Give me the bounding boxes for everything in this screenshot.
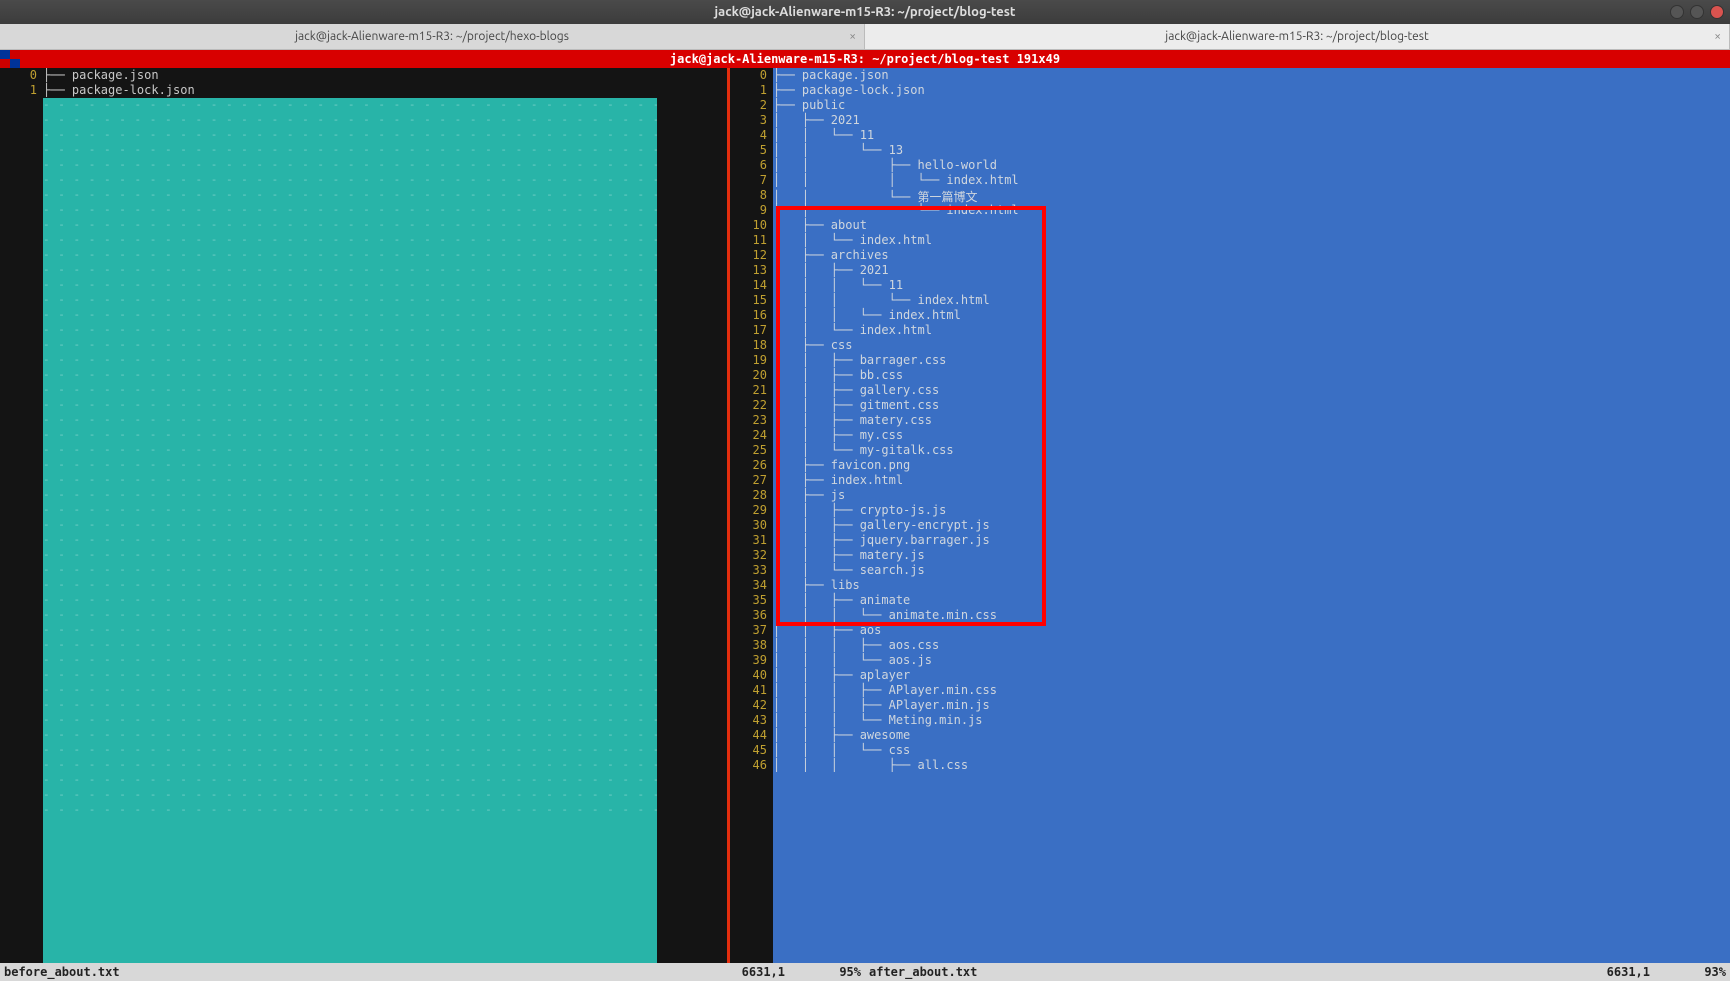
byobu-status-bar: jack@jack-Alienware-m15-R3: ~/project/bl… — [0, 50, 1730, 68]
byobu-status-text: jack@jack-Alienware-m15-R3: ~/project/bl… — [670, 52, 1060, 66]
window-title: jack@jack-Alienware-m15-R3: ~/project/bl… — [715, 5, 1016, 19]
window-buttons — [1670, 5, 1724, 19]
window-titlebar: jack@jack-Alienware-m15-R3: ~/project/bl… — [0, 0, 1730, 24]
statusbar-right: after_about.txt 6631,1 93% — [865, 963, 1730, 981]
statusbar-left: before_about.txt 6631,1 95% — [0, 963, 865, 981]
status-filename: after_about.txt — [869, 965, 977, 979]
left-scrollbar-area — [657, 68, 727, 963]
minimize-button[interactable] — [1670, 5, 1684, 19]
status-position: 6631,1 — [1607, 965, 1650, 979]
right-pane[interactable]: 0123456789101112131415161718192021222324… — [730, 68, 1730, 963]
tab-close-icon[interactable]: × — [1714, 30, 1721, 43]
right-tree-content: ├── package.json├── package-lock.json├──… — [773, 68, 1019, 773]
right-gutter: 0123456789101112131415161718192021222324… — [730, 68, 773, 963]
left-pane[interactable]: 01 ├── package.json├── package-lock.json… — [0, 68, 727, 963]
tab-label: jack@jack-Alienware-m15-R3: ~/project/he… — [295, 30, 569, 43]
status-filename: before_about.txt — [4, 965, 120, 979]
tab-blog-test[interactable]: jack@jack-Alienware-m15-R3: ~/project/bl… — [865, 24, 1730, 49]
status-position: 6631,1 — [742, 965, 785, 979]
tab-close-icon[interactable]: × — [849, 30, 856, 43]
tab-label: jack@jack-Alienware-m15-R3: ~/project/bl… — [1165, 30, 1428, 43]
left-gutter: 01 — [0, 68, 43, 963]
vimdiff-panes: 01 ├── package.json├── package-lock.json… — [0, 68, 1730, 963]
maximize-button[interactable] — [1690, 5, 1704, 19]
vim-statusbar: before_about.txt 6631,1 95% after_about.… — [0, 963, 1730, 981]
status-percent: 95% — [839, 965, 861, 979]
tab-hexo-blogs[interactable]: jack@jack-Alienware-m15-R3: ~/project/he… — [0, 24, 865, 49]
status-percent: 93% — [1704, 965, 1726, 979]
left-top-lines: ├── package.json├── package-lock.json — [43, 68, 727, 98]
close-button[interactable] — [1710, 5, 1724, 19]
terminal-tabbar: jack@jack-Alienware-m15-R3: ~/project/he… — [0, 24, 1730, 50]
left-diff-filler: - - - - - - - - - - - - - - - - - - - - … — [43, 98, 657, 963]
